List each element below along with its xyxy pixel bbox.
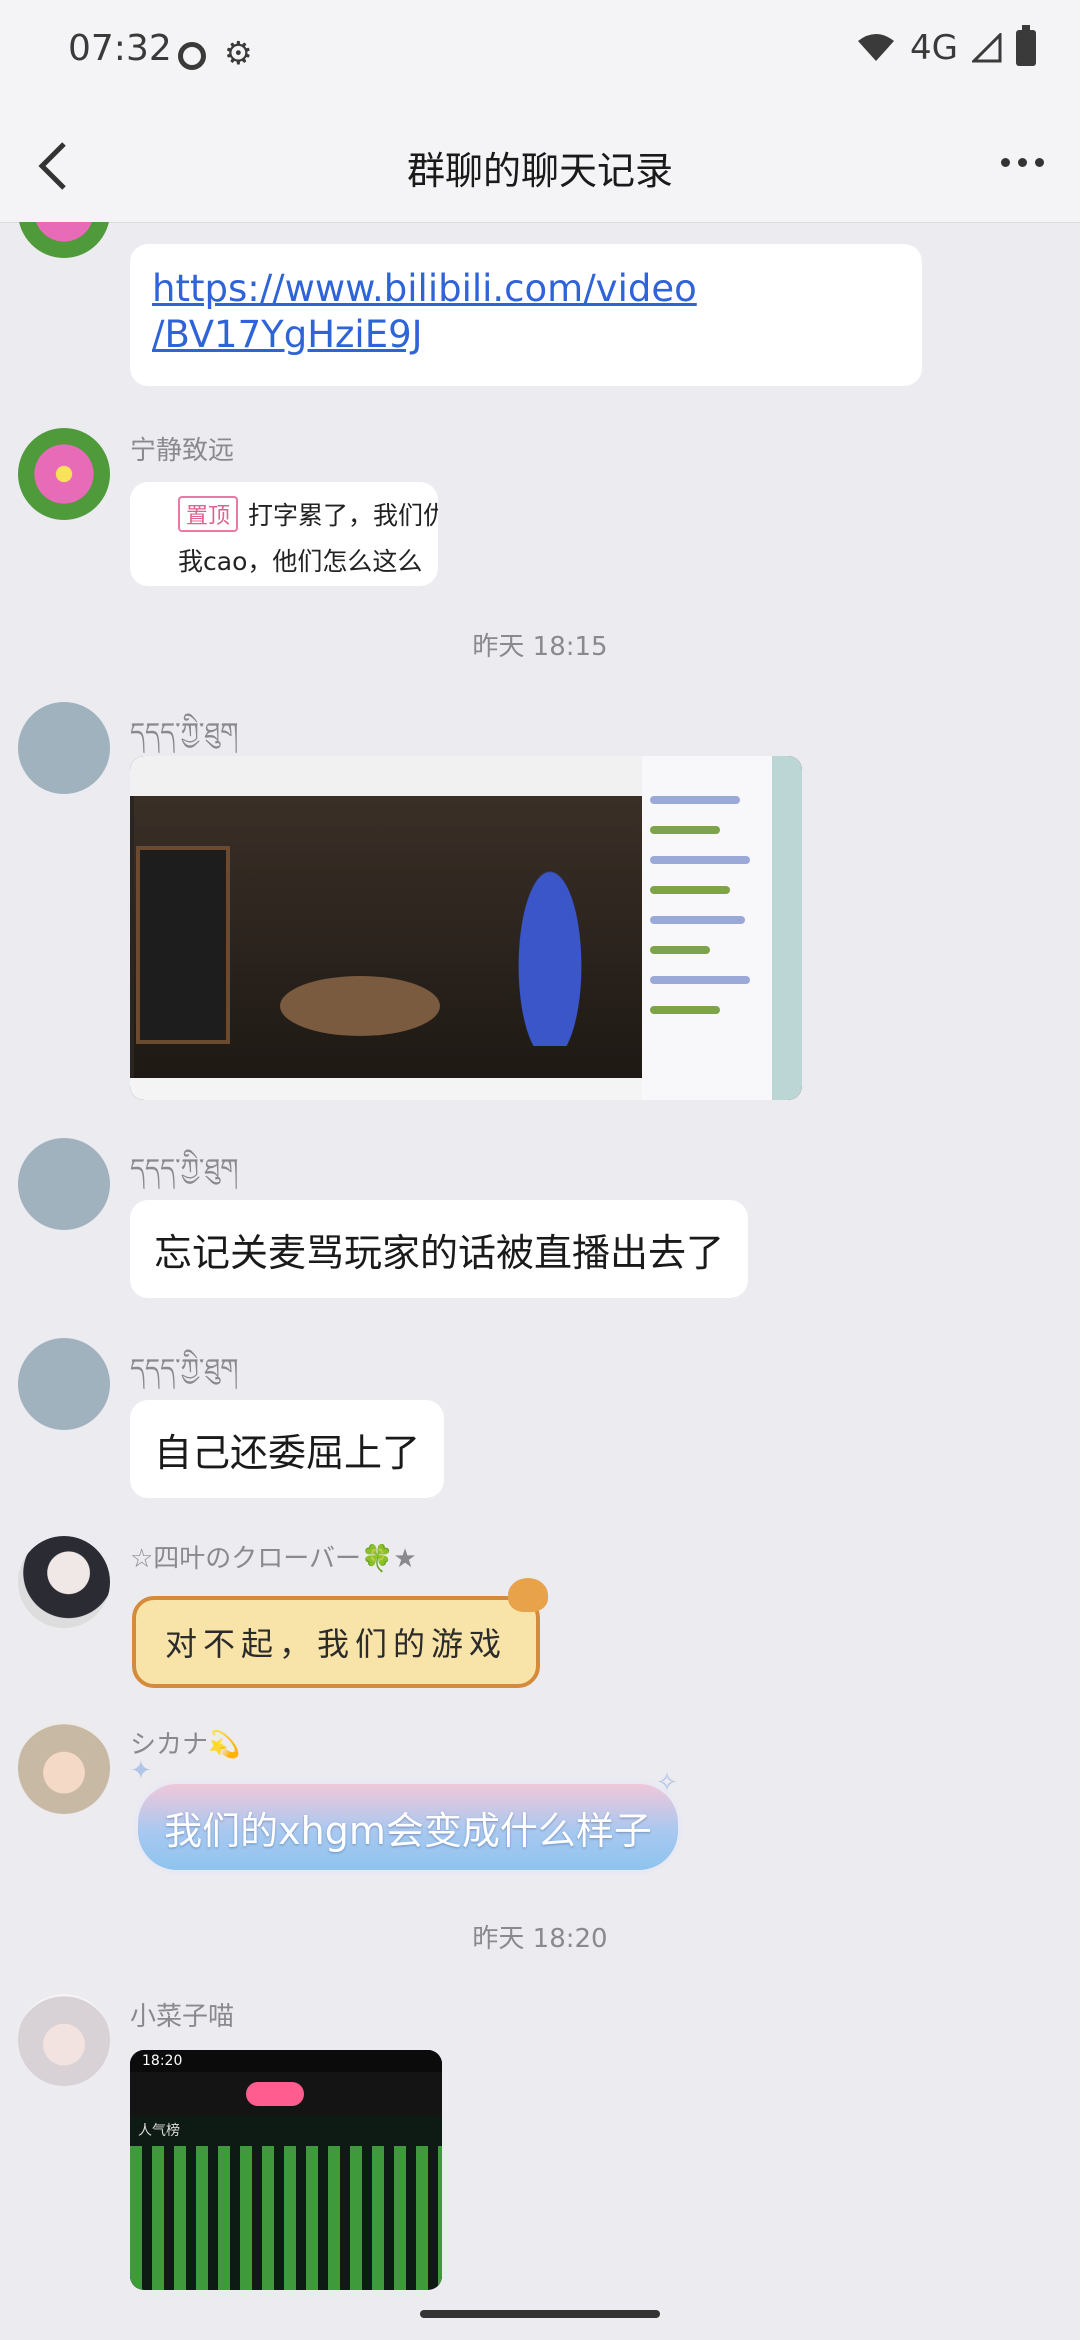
- signal-icon: [972, 33, 1002, 63]
- timestamp: 昨天 18:20: [472, 1924, 608, 1954]
- sparkle-icon: ✦: [130, 1756, 152, 1786]
- page-title: 群聊的聊天记录: [406, 149, 673, 193]
- navigation-bar: 群聊的聊天记录: [0, 110, 1080, 223]
- phone-screenshot-image: 18:20 人气榜: [130, 2050, 442, 2290]
- timestamp: 昨天 18:15: [472, 632, 608, 662]
- settings-notification-icon: ⚙: [224, 34, 253, 72]
- wifi-icon: [858, 34, 895, 61]
- sparkle-icon: ✧: [656, 1768, 678, 1798]
- video-link[interactable]: https://www.bilibili.com/video: [152, 266, 900, 312]
- quote-text: 打字累了，我们仇: [248, 501, 438, 530]
- status-icons: 4G: [856, 25, 1036, 68]
- avatar[interactable]: [18, 1722, 110, 1814]
- avatar[interactable]: [18, 702, 110, 794]
- avatar[interactable]: [18, 1138, 110, 1230]
- status-bar: 07:32 ⚙ 4G: [0, 0, 1080, 110]
- screenshot-rank-label: 人气榜: [138, 2123, 180, 2139]
- sticker-bubble[interactable]: 对不起，我们的游戏: [132, 1596, 540, 1688]
- livestream-screenshot-image: [130, 756, 802, 1100]
- avatar[interactable]: [18, 1338, 110, 1430]
- avatar[interactable]: [18, 428, 110, 520]
- network-type: 4G: [910, 28, 958, 68]
- link-message-bubble[interactable]: https://www.bilibili.com/video /BV17YgHz…: [130, 244, 922, 386]
- video-link-continued[interactable]: /BV17YgHziE9J: [152, 312, 900, 358]
- quote-line: 置顶 打字累了，我们仇: [178, 496, 438, 532]
- quote-text: 我cao，他们怎么这么: [178, 547, 423, 576]
- text-message-bubble[interactable]: 忘记关麦骂玩家的话被直播出去了: [130, 1200, 749, 1298]
- pin-tag: 置顶: [178, 496, 239, 532]
- image-message[interactable]: 18:20 人气榜: [130, 2050, 442, 2290]
- sender-name: ☆四叶のクローバー🍀★: [130, 1544, 417, 1574]
- battery-icon: [1016, 25, 1036, 66]
- record-indicator-icon: [178, 42, 206, 70]
- sender-name: 小菜子喵: [130, 2002, 235, 2032]
- avatar[interactable]: [18, 1536, 110, 1628]
- sender-name: 宁静致远: [130, 436, 235, 466]
- avatar[interactable]: [18, 222, 110, 258]
- image-message[interactable]: [130, 756, 802, 1100]
- screenshot-time: 18:20: [130, 2050, 442, 2072]
- text-message-bubble[interactable]: 自己还委屈上了: [130, 1400, 445, 1498]
- chat-history[interactable]: https://www.bilibili.com/video /BV17YgHz…: [0, 222, 1080, 2340]
- cat-sticker-icon: [508, 1578, 548, 1612]
- pinned-quote-card[interactable]: 置顶 打字累了，我们仇 我cao，他们怎么这么: [130, 482, 438, 586]
- more-options-icon[interactable]: [1001, 158, 1044, 167]
- avatar[interactable]: [18, 1994, 110, 2086]
- decorated-message-bubble[interactable]: 我们的xhgm会变成什么样子: [134, 1780, 682, 1874]
- status-time: 07:32: [68, 28, 172, 69]
- home-indicator[interactable]: [420, 2310, 660, 2318]
